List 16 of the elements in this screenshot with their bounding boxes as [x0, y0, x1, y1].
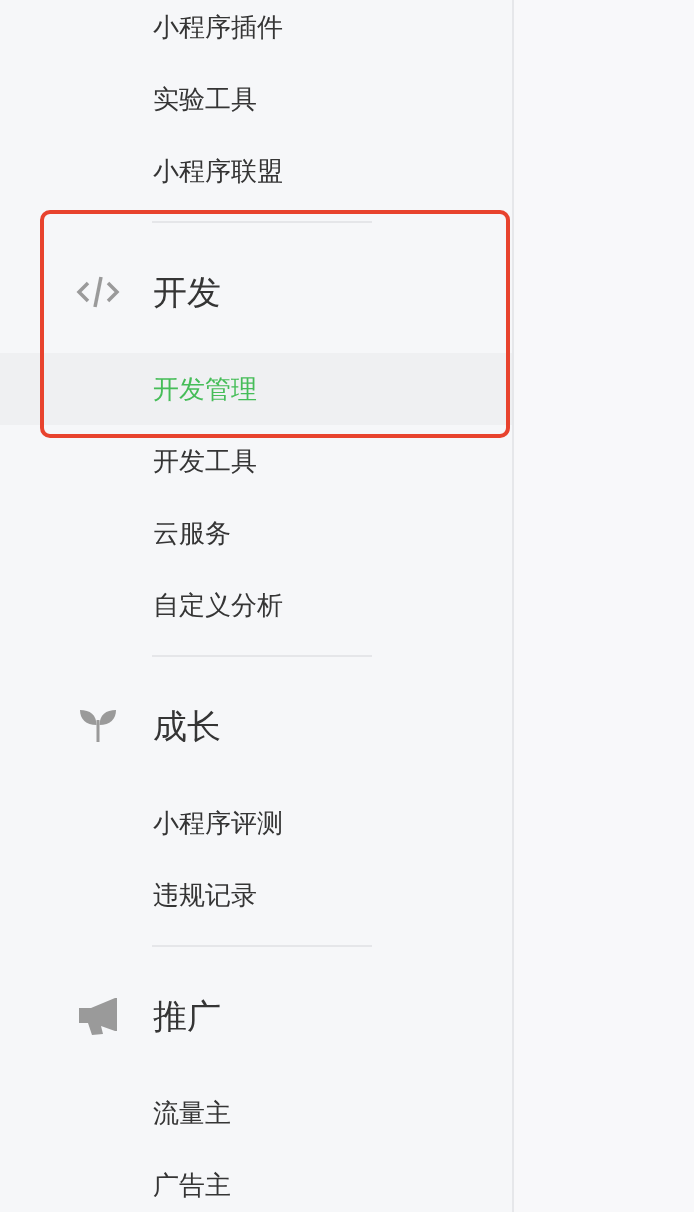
code-icon — [76, 275, 120, 309]
nav-item[interactable]: 开发工具 — [0, 425, 512, 497]
nav-item[interactable]: 小程序联盟 — [0, 135, 512, 207]
nav-item[interactable]: 云服务 — [0, 497, 512, 569]
nav-item[interactable]: 小程序插件 — [0, 0, 512, 63]
nav-item[interactable]: 流量主 — [0, 1077, 512, 1149]
megaphone-icon — [79, 997, 117, 1035]
nav-item[interactable]: 自定义分析 — [0, 569, 512, 641]
section-title: 推广 — [153, 996, 221, 1036]
nav-item[interactable]: 小程序评测 — [0, 787, 512, 859]
nav-item[interactable]: 广告主 — [0, 1149, 512, 1212]
section-title: 开发 — [153, 272, 221, 312]
nav-item[interactable]: 违规记录 — [0, 859, 512, 931]
section-title: 成长 — [153, 706, 221, 746]
nav-item[interactable]: 实验工具 — [0, 63, 512, 135]
sprout-icon — [80, 710, 116, 742]
